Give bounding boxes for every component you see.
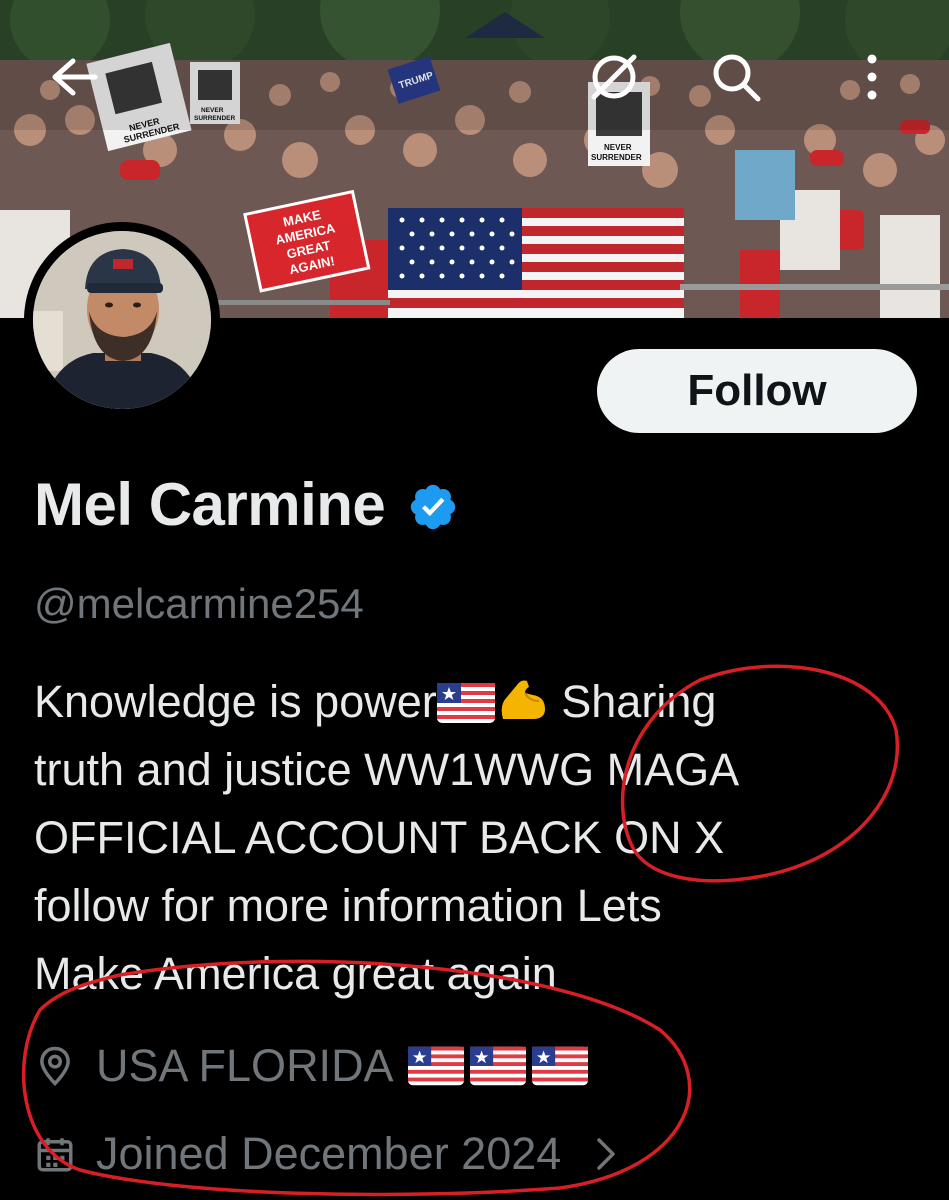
chevron-right-icon [597, 1138, 616, 1170]
location-pin-icon [40, 1046, 70, 1086]
liberia-flag-icon [436, 683, 495, 723]
profile-joined-date[interactable]: Joined December 2024 [34, 1128, 617, 1180]
calendar-icon [37, 1138, 73, 1172]
display-name: Mel Carmine [34, 471, 386, 538]
more-vertical-icon [867, 54, 877, 100]
bio-line-2: truth and justice WW1WWG MAGA [34, 744, 740, 795]
avatar-photo [33, 231, 211, 409]
profile-avatar[interactable] [24, 222, 220, 418]
back-button[interactable] [42, 45, 106, 109]
liberia-flag-icon [531, 1046, 588, 1086]
banner-us-flag [388, 208, 684, 318]
user-handle: @melcarmine254 [34, 580, 364, 627]
bio-text: Knowledge is power [34, 676, 437, 727]
liberia-flag-icon [407, 1046, 464, 1086]
search-icon [713, 54, 761, 102]
svg-text:SURRENDER: SURRENDER [591, 153, 642, 162]
bio-line-4: follow for more information Lets [34, 880, 662, 931]
liberia-flag-icon [469, 1046, 526, 1086]
svg-text:NEVER: NEVER [604, 143, 632, 152]
follow-button[interactable]: Follow [597, 349, 917, 433]
location-text: USA FLORIDA [96, 1040, 394, 1091]
search-button[interactable] [704, 45, 768, 109]
grok-icon [591, 54, 637, 100]
bio-text: Sharing [561, 676, 717, 727]
bio-line-3: OFFICIAL ACCOUNT BACK ON X [34, 812, 725, 863]
location-flags [407, 1046, 588, 1086]
flexed-biceps-icon [501, 680, 545, 719]
profile-bio: Knowledge is power Sharing truth and jus… [34, 668, 914, 1008]
more-button[interactable] [840, 45, 904, 109]
joined-text: Joined December 2024 [96, 1128, 562, 1179]
profile-location: USA FLORIDA [34, 1040, 588, 1092]
grok-button[interactable] [582, 45, 646, 109]
bio-line-5: Make America great again [34, 948, 557, 999]
display-name-row: Mel Carmine [34, 470, 459, 539]
bio-line-1: Knowledge is power Sharing [34, 668, 914, 736]
arrow-left-icon [52, 58, 98, 96]
verified-badge-icon[interactable] [407, 481, 459, 533]
